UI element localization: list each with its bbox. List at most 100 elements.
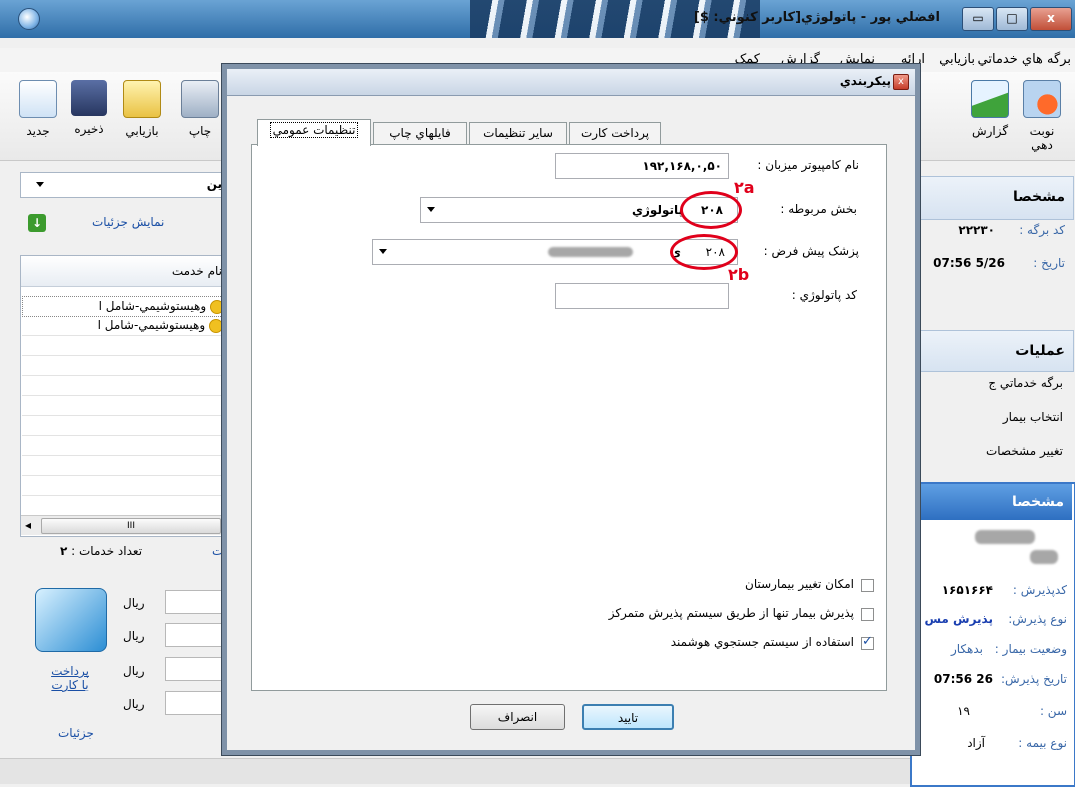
- insurance-label: نوع بيمه :: [1018, 736, 1067, 750]
- chevron-down-icon: [427, 207, 435, 212]
- amount-field[interactable]: [165, 623, 227, 647]
- admit-date-value: 26 07:56: [933, 672, 993, 686]
- amount-field[interactable]: [165, 691, 227, 715]
- row-service-name: وهيستوشيمي-شامل ا: [98, 318, 223, 333]
- dropdown-value: ين: [206, 177, 222, 191]
- new-document-icon: [19, 80, 57, 118]
- pathology-code-input[interactable]: [555, 283, 729, 309]
- table-row: [22, 496, 227, 516]
- row-service-name: وهيستوشيمي-شامل ا: [99, 299, 224, 314]
- menu-service-forms[interactable]: برگه هاي خدماتي: [978, 52, 1071, 67]
- tab-print-files[interactable]: فايلهاي چاپ: [373, 122, 467, 145]
- details-link[interactable]: جزئيات: [58, 726, 94, 740]
- cash-register-icon[interactable]: [35, 588, 107, 652]
- card-code-value: ۲۲۲۳۰: [958, 223, 995, 237]
- table-row: [22, 376, 227, 396]
- change-hospital-checkbox[interactable]: [861, 579, 874, 592]
- redacted-name: [1030, 550, 1058, 564]
- open-folder-icon: [123, 80, 161, 118]
- default-doctor-label: پزشک پيش فرض :: [763, 244, 859, 258]
- date-label: تاريخ :: [1033, 256, 1065, 270]
- app-icon: [18, 8, 40, 30]
- save-label: ذخيره: [74, 122, 104, 136]
- dialog-title-bar: x پيکربندي: [227, 69, 915, 96]
- appointment-clock-icon: [1023, 80, 1061, 118]
- annotation-2b: ۲b: [728, 265, 750, 284]
- show-details-link[interactable]: نمايش جزئيات: [92, 215, 164, 229]
- row-service-text: وهيستوشيمي-شامل ا: [98, 299, 207, 313]
- service-count-label: تعداد خدمات :: [71, 544, 143, 558]
- horizontal-scrollbar[interactable]: ◂ III: [21, 515, 228, 535]
- annotation-2a: ۲a: [734, 178, 755, 197]
- service-count: تعداد خدمات : ۲: [60, 544, 142, 558]
- table-row: [22, 356, 227, 376]
- retrieve-button[interactable]: بازيابي: [118, 80, 166, 138]
- currency-label: ريال: [123, 596, 145, 610]
- left-dropdown[interactable]: ين: [20, 172, 227, 198]
- op-change-details[interactable]: تغيير مشخصات: [986, 444, 1063, 458]
- central-admission-checkbox[interactable]: [861, 608, 874, 621]
- currency-label: ريال: [123, 629, 145, 643]
- insurance-value: آزاد: [967, 736, 985, 750]
- info-section-title: مشخصا: [1012, 189, 1065, 205]
- central-admission-label: پذيرش بيمار تنها از طريق سيستم پذيرش متم…: [608, 606, 854, 620]
- server-name-label: نام کامپيوتر ميزبان :: [757, 158, 859, 172]
- admit-date-label: تاريخ پذيرش:: [1001, 672, 1067, 686]
- date-value: 5/26 07:56: [933, 256, 1005, 270]
- menu-retrieve[interactable]: بازيابي: [939, 52, 975, 67]
- table-row: [22, 416, 227, 436]
- appointment-button[interactable]: نوبت دهي: [1018, 80, 1066, 152]
- tab-other-settings[interactable]: ساير تنظيمات: [469, 122, 567, 145]
- table-row: [22, 476, 227, 496]
- highlight-circle: [680, 191, 742, 229]
- save-button[interactable]: ذخيره: [65, 80, 113, 136]
- download-arrow-icon[interactable]: ↓: [28, 214, 46, 232]
- status-bar: [0, 758, 910, 784]
- cancel-button[interactable]: انصراف: [470, 704, 565, 730]
- maximize-button[interactable]: □: [996, 7, 1028, 31]
- printer-icon: [181, 80, 219, 118]
- smart-search-label: استفاده از سيستم جستجوي هوشمند: [670, 635, 854, 649]
- admit-type-label: نوع پذيرش:: [1008, 612, 1067, 626]
- window-title: افضلي پور - پاتولوژي[کاربر کنوني: $]: [693, 10, 940, 25]
- currency-label: ريال: [123, 664, 145, 678]
- service-grid: نام خدمت وهيستوشيمي-شامل ا وهيستوشيمي-شا…: [20, 255, 229, 537]
- smart-search-checkbox[interactable]: [861, 634, 874, 650]
- operations-header: عمليات: [912, 330, 1074, 372]
- new-button[interactable]: جديد: [14, 80, 62, 138]
- patient-status-label: وضعيت بيمار :: [994, 642, 1067, 656]
- save-disk-icon: [71, 80, 107, 116]
- tab-general-settings[interactable]: تنظيمات عمومي: [257, 119, 371, 146]
- report-label: گزارش: [971, 124, 1009, 138]
- table-row: [22, 336, 227, 356]
- section-value: پاتولوژي: [632, 203, 683, 217]
- pay-by-card-link[interactable]: پرداخت با کارت: [50, 664, 90, 692]
- grid-header: نام خدمت: [21, 256, 228, 287]
- server-name-input[interactable]: ۱۹۲,۱۶۸,۰,۵۰: [555, 153, 729, 179]
- print-button[interactable]: چاپ: [178, 80, 222, 138]
- age-value: ۱۹: [957, 704, 970, 718]
- patient-status-value: بدهکار: [950, 642, 983, 656]
- op-service-form[interactable]: برگه خدماتي ج: [988, 376, 1063, 390]
- ok-button[interactable]: تاييد: [582, 704, 674, 730]
- amount-field[interactable]: [165, 657, 227, 681]
- tab-card-payment[interactable]: پرداخت کارت: [569, 122, 661, 145]
- patient-info-title: مشخصا: [1011, 494, 1064, 510]
- new-label: جديد: [26, 124, 50, 138]
- dialog-close-icon[interactable]: x: [893, 74, 909, 90]
- change-hospital-label: امکان تغيير بيمارستان: [745, 577, 854, 591]
- table-row[interactable]: وهيستوشيمي-شامل ا: [22, 316, 227, 336]
- op-select-patient[interactable]: انتخاب بيمار: [1003, 410, 1063, 424]
- report-button[interactable]: گزارش: [966, 80, 1014, 138]
- currency-label: ريال: [123, 697, 145, 711]
- redacted-avatar: [975, 530, 1035, 544]
- close-button[interactable]: x: [1030, 7, 1072, 31]
- print-label: چاپ: [188, 124, 212, 138]
- scroll-left-icon[interactable]: ◂: [25, 518, 31, 532]
- table-row[interactable]: وهيستوشيمي-شامل ا: [22, 296, 229, 317]
- minimize-button[interactable]: ▭: [962, 7, 994, 31]
- amount-field[interactable]: [165, 590, 227, 614]
- configuration-dialog: x پيکربندي تنظيمات عمومي فايلهاي چاپ ساي…: [222, 64, 920, 755]
- scroll-thumb[interactable]: III: [41, 518, 221, 534]
- card-code-label: کد برگه :: [1019, 223, 1065, 237]
